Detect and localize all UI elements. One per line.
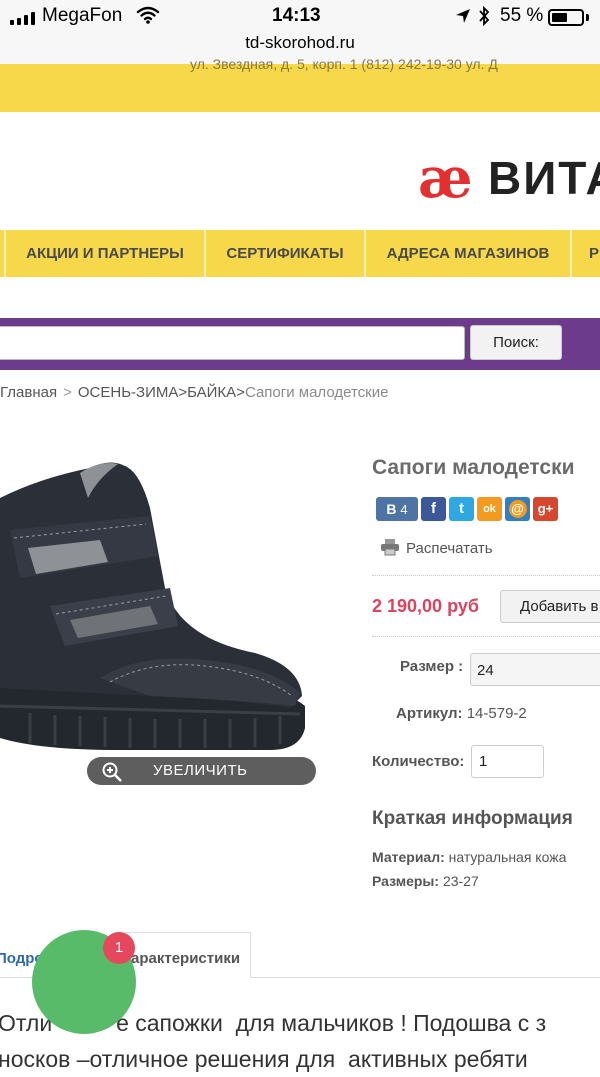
- add-to-cart-button[interactable]: Добавить в: [500, 590, 600, 623]
- store-address: ул. Звездная, д. 5, корп. 1 (812) 242-19…: [190, 56, 498, 72]
- logo-mark[interactable]: æ: [418, 150, 473, 206]
- search-button[interactable]: Поиск:: [470, 325, 562, 360]
- battery-fill: [552, 13, 567, 22]
- chat-notification-badge: 1: [103, 932, 135, 964]
- brief-info-title: Краткая информация: [372, 808, 573, 829]
- battery-cap: [586, 14, 589, 21]
- mailru-share-button[interactable]: @: [505, 497, 530, 521]
- zoom-in-icon: [101, 761, 123, 788]
- battery-percent: 55 %: [500, 5, 544, 26]
- nav-item-more[interactable]: Р: [572, 230, 600, 277]
- address-bar-url[interactable]: td-skorohod.ru: [0, 33, 600, 53]
- material-label: Материал:: [372, 849, 445, 865]
- clock: 14:13: [272, 5, 321, 26]
- quantity-label: Количество:: [372, 753, 465, 770]
- logo-text[interactable]: ВИТА: [488, 150, 600, 206]
- sizes-value: 23-27: [442, 873, 479, 889]
- google-plus-share-button[interactable]: g+: [533, 497, 558, 521]
- vk-share-count: 4: [400, 502, 408, 517]
- wifi-icon: [136, 6, 160, 29]
- product-price: 2 190,00 руб: [372, 596, 479, 616]
- article-value: 14-579-2: [466, 705, 527, 722]
- facebook-icon: f: [431, 500, 436, 517]
- quantity-input[interactable]: 1: [471, 745, 544, 778]
- article-label: Артикул:: [396, 705, 463, 722]
- nav-item-certificates[interactable]: СЕРТИФИКАТЫ: [206, 230, 364, 277]
- sizes-label: Размеры:: [372, 873, 440, 889]
- breadcrumb-separator: >: [63, 384, 72, 401]
- odnoklassniki-icon: ok: [483, 503, 496, 515]
- boot-illustration: [0, 462, 305, 750]
- breadcrumb: Главная > ОСЕНЬ-ЗИМА>БАЙКА>Сапоги малодетс…: [0, 384, 388, 401]
- battery-icon: [548, 9, 584, 26]
- signal-icon: [10, 11, 35, 25]
- divider: [372, 636, 600, 637]
- printer-icon: [380, 538, 400, 560]
- print-link[interactable]: Распечатать: [380, 538, 493, 560]
- search-input[interactable]: [0, 326, 465, 360]
- material-row: Материал: натуральная кожа: [372, 849, 566, 865]
- zoom-label: УВЕЛИЧИТЬ: [153, 762, 248, 779]
- divider: [372, 575, 600, 576]
- vk-icon: В: [386, 501, 397, 517]
- breadcrumb-current: Сапоги малодетские: [244, 384, 389, 401]
- product-title: Сапоги малодетски: [372, 456, 575, 479]
- article-row: Артикул: 14-579-2: [396, 705, 527, 722]
- description-line: носков –отличное решения для активных ре…: [0, 1046, 528, 1072]
- google-plus-icon: g+: [537, 501, 554, 516]
- vk-share-button[interactable]: В 4: [376, 497, 418, 521]
- breadcrumb-category[interactable]: ОСЕНЬ-ЗИМА>БАЙКА>: [78, 384, 245, 401]
- size-select[interactable]: 24: [470, 653, 600, 686]
- material-value: натуральная кожа: [448, 849, 567, 865]
- facebook-share-button[interactable]: f: [421, 497, 446, 521]
- nav-item-promotions[interactable]: АКЦИИ И ПАРТНЕРЫ: [6, 230, 204, 277]
- print-label: Распечатать: [406, 539, 493, 557]
- size-label: Размер :: [400, 658, 464, 675]
- bluetooth-icon: [478, 5, 490, 31]
- mailru-icon: @: [508, 500, 527, 518]
- tab-specs[interactable]: арактеристики: [124, 932, 251, 978]
- breadcrumb-home[interactable]: Главная: [0, 384, 57, 401]
- location-arrow-icon: [455, 8, 471, 29]
- product-image[interactable]: [0, 438, 324, 790]
- sizes-row: Размеры: 23-27: [372, 873, 479, 889]
- carrier-name: MegaFon: [42, 5, 123, 26]
- odnoklassniki-share-button[interactable]: ok: [477, 497, 502, 521]
- twitter-share-button[interactable]: t: [449, 497, 474, 521]
- zoom-button[interactable]: УВЕЛИЧИТЬ: [87, 757, 316, 785]
- main-nav: АКЦИИ И ПАРТНЕРЫ СЕРТИФИКАТЫ АДРЕСА МАГА…: [0, 230, 600, 277]
- share-buttons: В 4 f t ok @ g+: [376, 497, 558, 521]
- nav-item-store-addresses[interactable]: АДРЕСА МАГАЗИНОВ: [366, 230, 570, 277]
- twitter-icon: t: [459, 500, 464, 517]
